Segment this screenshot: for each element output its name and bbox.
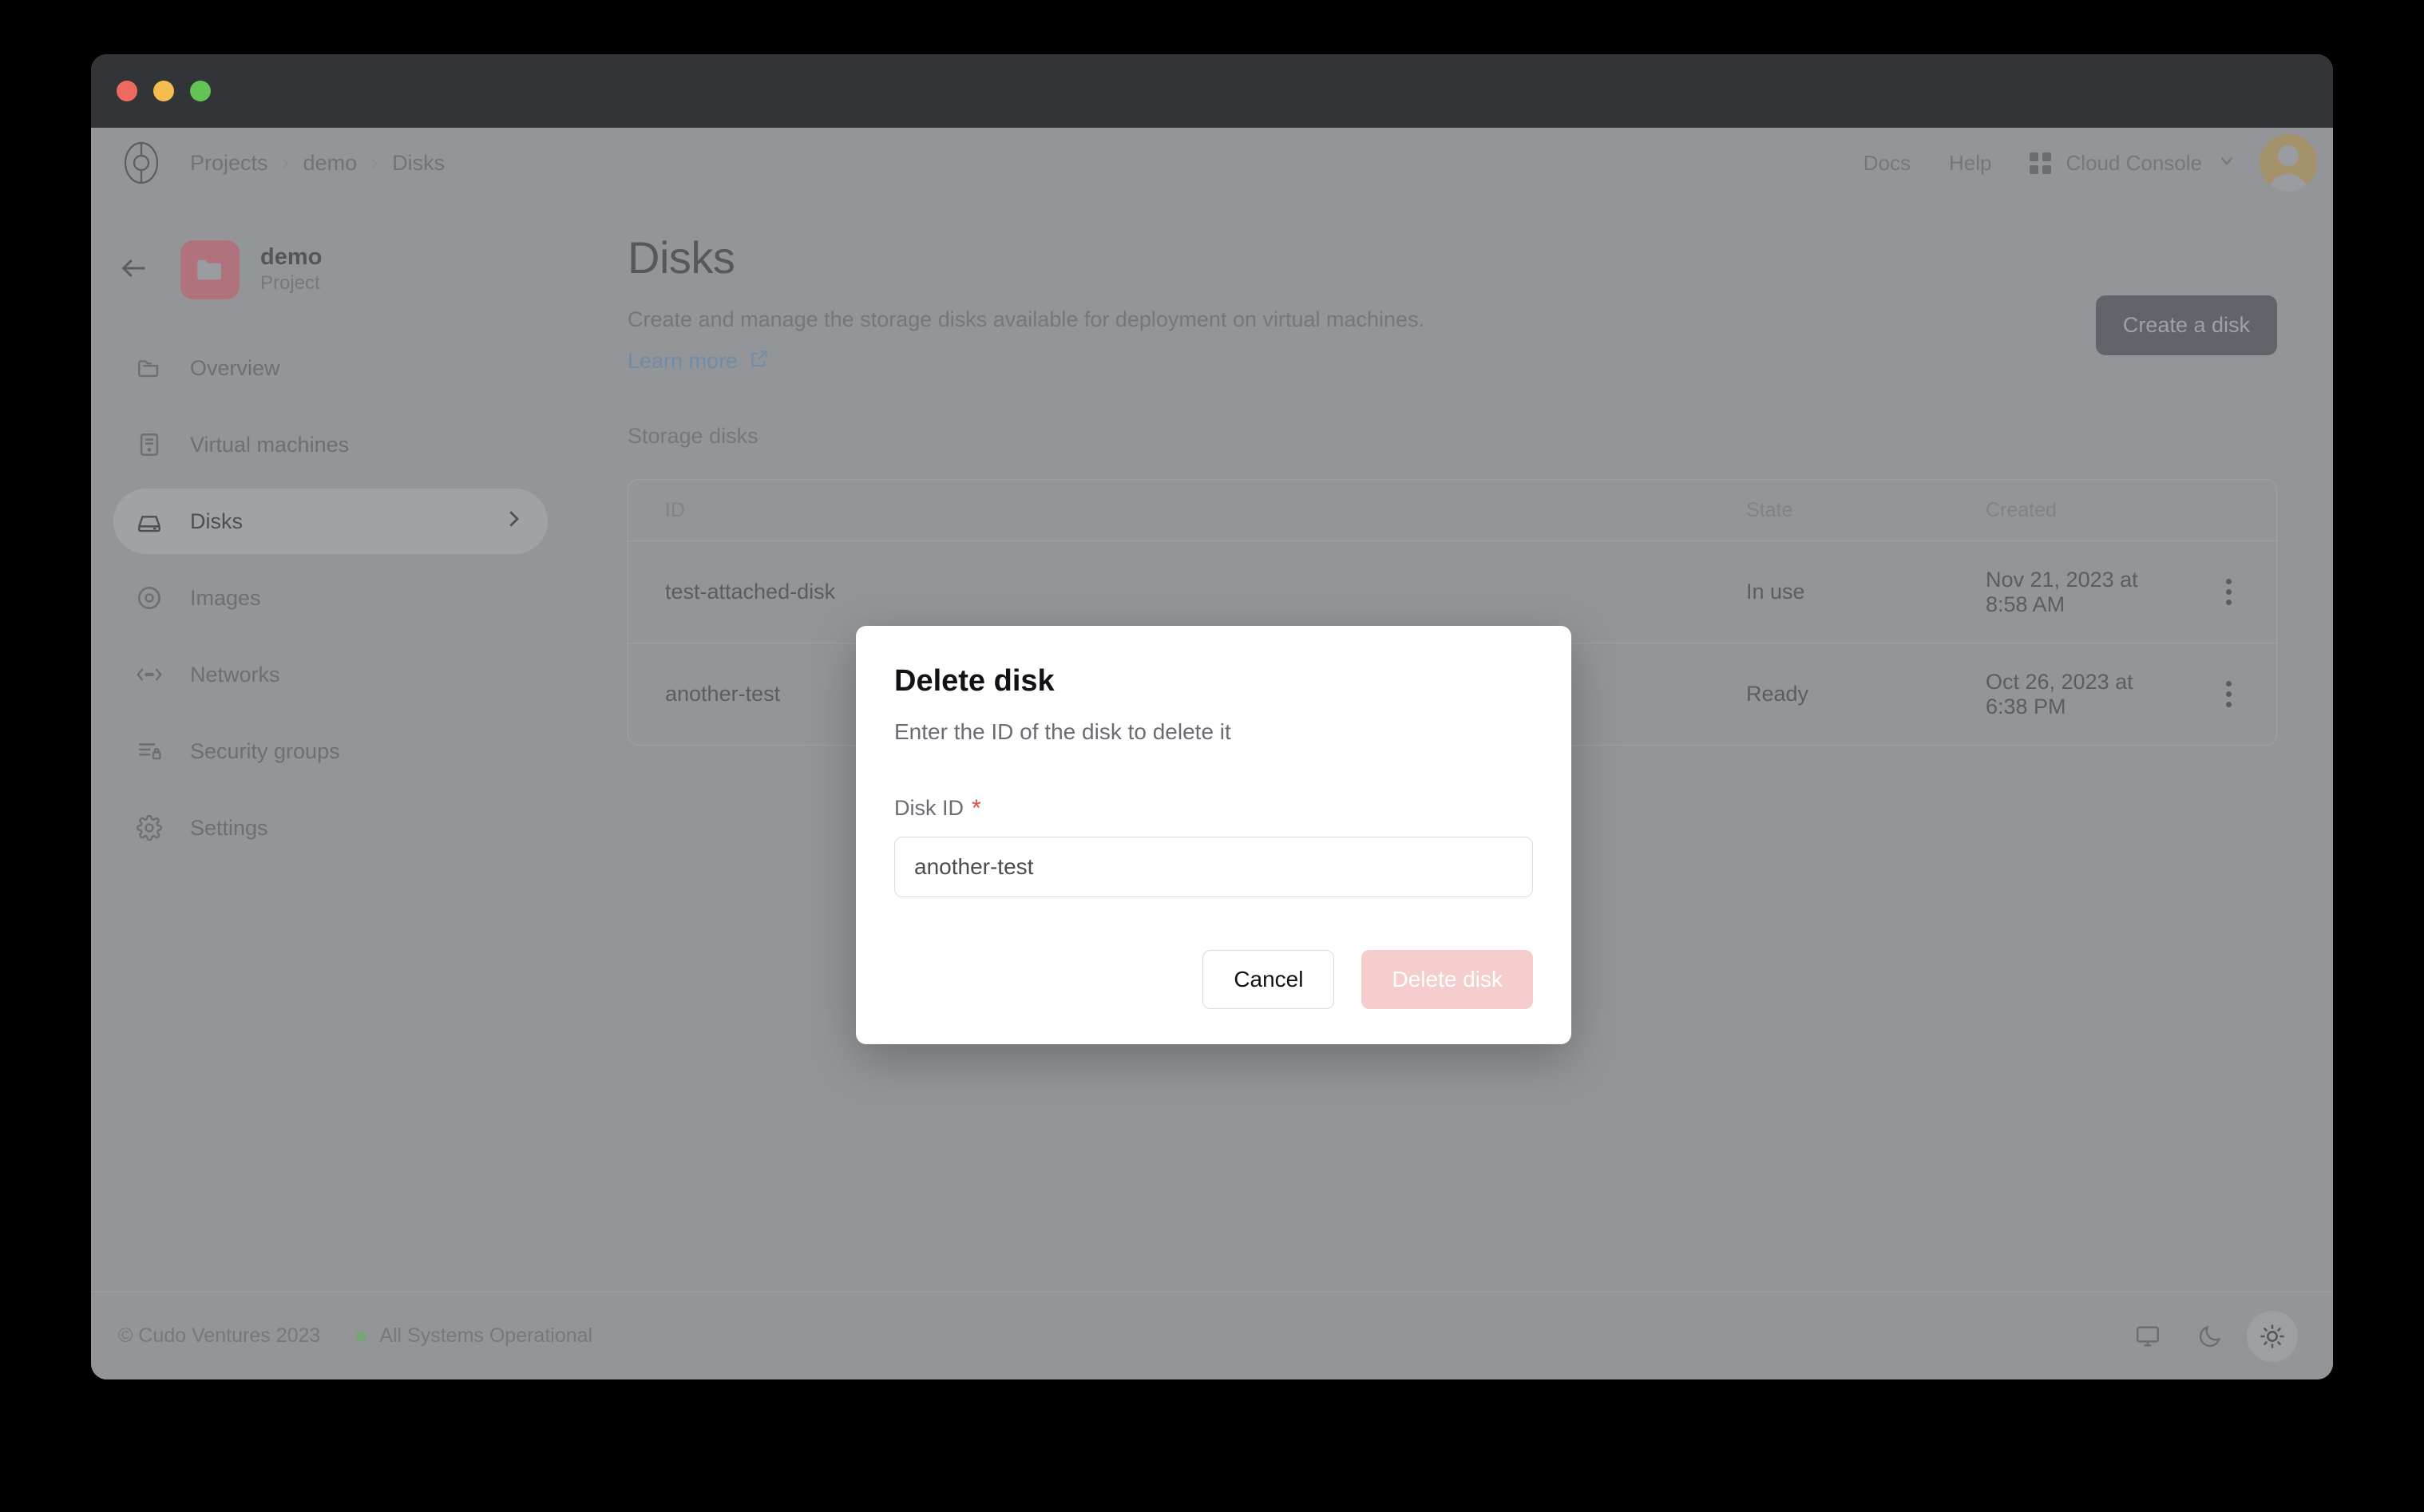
- browser-window: Projects › demo › Disks Docs Help Cloud …: [91, 54, 2333, 1379]
- traffic-lights: [117, 81, 211, 101]
- close-window-button[interactable]: [117, 81, 137, 101]
- dialog-subtitle: Enter the ID of the disk to delete it: [894, 719, 1231, 744]
- disk-id-field-label: Disk ID *: [894, 796, 1533, 821]
- required-marker: *: [972, 794, 981, 821]
- dialog-actions: Cancel Delete disk: [894, 950, 1533, 1009]
- disk-id-input[interactable]: [894, 837, 1533, 897]
- modal-overlay[interactable]: Delete disk Enter the ID of the disk to …: [91, 128, 2333, 1379]
- window-titlebar: [91, 54, 2333, 128]
- delete-disk-dialog: Delete disk Enter the ID of the disk to …: [856, 626, 1571, 1044]
- minimize-window-button[interactable]: [153, 81, 174, 101]
- dialog-title: Delete disk: [894, 664, 1055, 698]
- disk-id-label-text: Disk ID: [894, 796, 964, 820]
- cancel-button[interactable]: Cancel: [1202, 950, 1335, 1009]
- zoom-window-button[interactable]: [190, 81, 211, 101]
- delete-disk-button[interactable]: Delete disk: [1361, 950, 1533, 1009]
